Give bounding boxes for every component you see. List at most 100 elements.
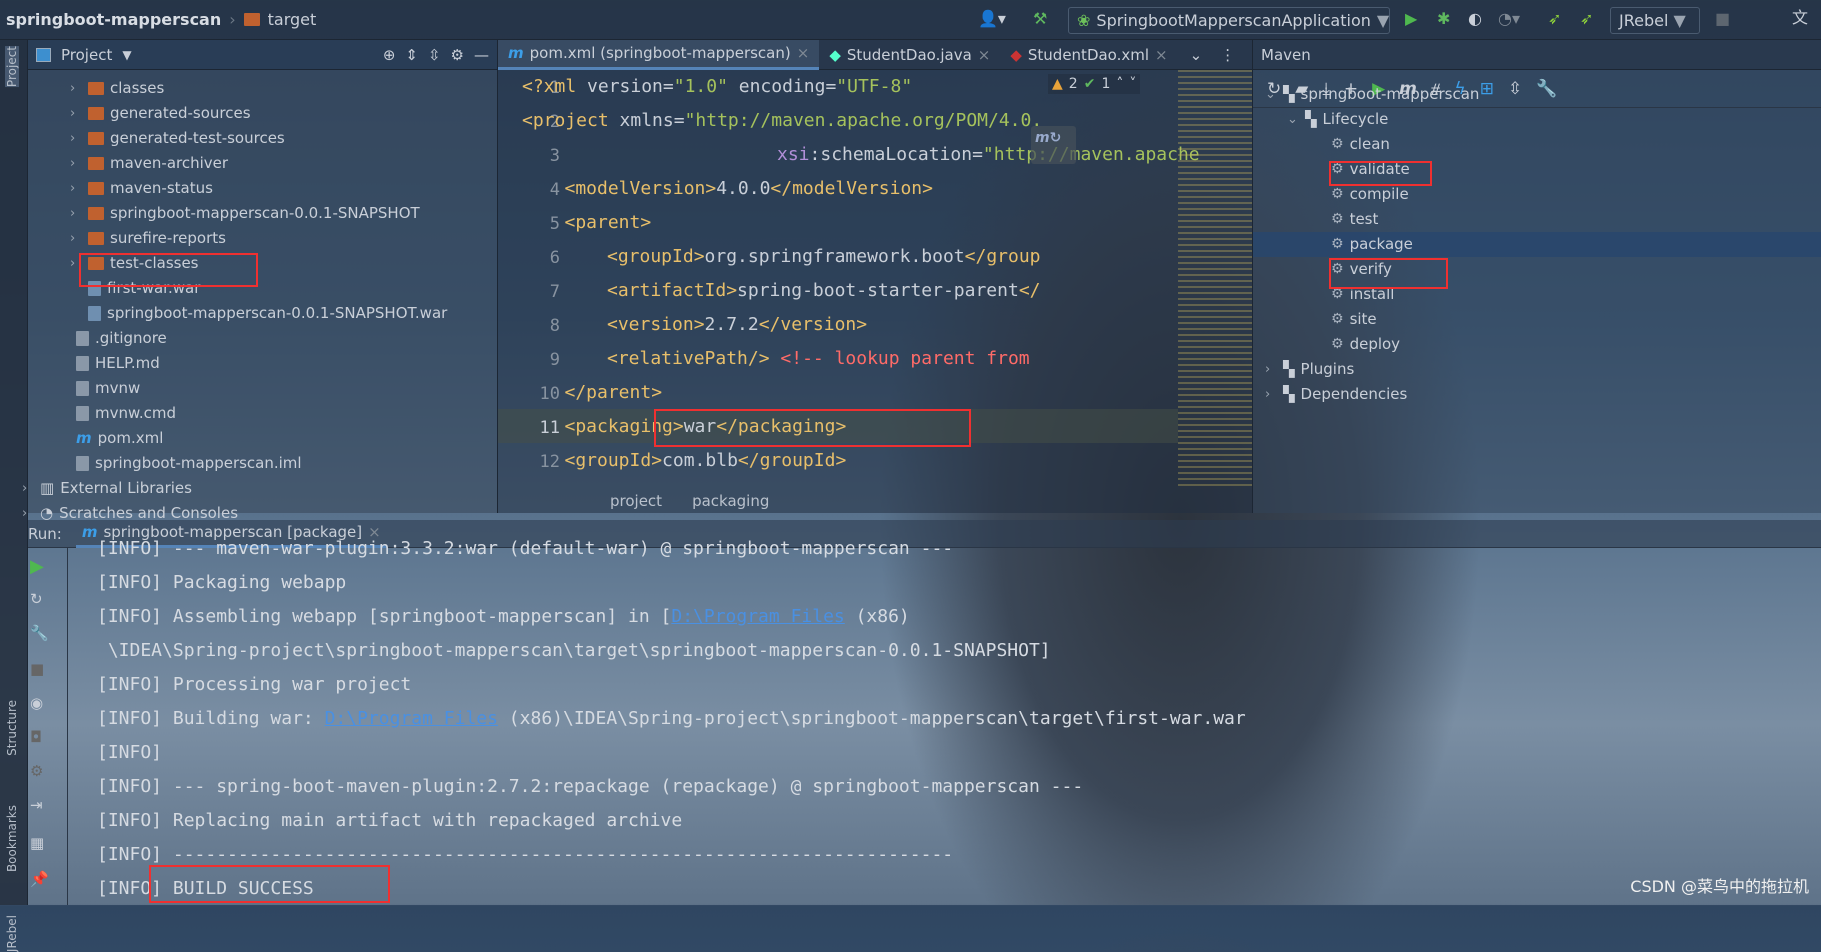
tree-item[interactable]: m pom.xml <box>58 426 163 451</box>
wrench-icon[interactable]: 🔧 <box>30 624 49 642</box>
tree-item[interactable]: springboot-mapperscan-0.0.1-SNAPSHOT.war <box>70 301 447 326</box>
chevron-right-icon[interactable]: › <box>70 151 82 176</box>
maven-goal-compile[interactable]: ⚙ compile <box>1331 182 1409 207</box>
breadcrumb-project[interactable]: springboot-mapperscan <box>6 10 221 29</box>
maven-lifecycle[interactable]: ⌄ ▚ Lifecycle <box>1287 107 1388 132</box>
tree-item[interactable]: › maven-archiver <box>70 151 228 176</box>
tree-item[interactable]: › maven-status <box>70 176 213 201</box>
tree-item[interactable]: › generated-sources <box>70 101 251 126</box>
settings-icon[interactable]: ⚙ <box>30 762 43 780</box>
user-icon[interactable]: 👤▾ <box>978 11 1006 27</box>
stop-icon[interactable]: ■ <box>30 660 44 678</box>
gear-icon[interactable]: ⚙ <box>451 46 464 64</box>
run-configuration-select[interactable]: ❀ SpringbootMapperscanApplication ▼ <box>1068 7 1390 34</box>
tree-item[interactable]: mvnw.cmd <box>58 401 176 426</box>
exit-icon[interactable]: ⇥ <box>30 796 43 814</box>
tree-item[interactable]: springboot-mapperscan.iml <box>58 451 302 476</box>
maven-root[interactable]: ⌄ ▚ springboot-mapperscan <box>1265 82 1479 107</box>
tree-item[interactable]: › ▥ External Libraries <box>22 476 192 501</box>
project-tool-tab[interactable]: Project <box>5 46 19 88</box>
tree-item[interactable]: .gitignore <box>58 326 167 351</box>
chevron-down-icon[interactable]: ▼ <box>122 48 131 62</box>
maven-goal-clean[interactable]: ⚙ clean <box>1331 132 1390 157</box>
breadcrumb-folder[interactable]: target <box>268 10 317 29</box>
code-line: <modelVersion>4.0.0</modelVersion> <box>565 178 933 199</box>
chevron-right-icon[interactable]: › <box>70 76 82 101</box>
maven-goal-validate[interactable]: ⚙ validate <box>1331 157 1410 182</box>
chevron-right-icon[interactable]: › <box>70 176 82 201</box>
tab-pom-xml[interactable]: m pom.xml (springboot-mapperscan) × <box>498 39 820 70</box>
maven-goal-deploy[interactable]: ⚙ deploy <box>1331 332 1400 357</box>
pin-icon[interactable]: 📌 <box>30 870 49 888</box>
collapse-all-icon[interactable]: ⇳ <box>1508 79 1522 99</box>
breadcrumb-packaging-tag[interactable]: packaging <box>692 492 769 510</box>
project-panel-title[interactable]: Project <box>61 46 112 64</box>
settings-wrench-icon[interactable]: 🔧 <box>1536 79 1557 99</box>
coverage-icon[interactable]: ◐ <box>1468 11 1482 27</box>
chevron-down-icon[interactable]: ⌄ <box>1287 107 1299 132</box>
tree-item[interactable]: › classes <box>70 76 164 101</box>
jrebel-run-icon[interactable]: ➶ <box>1548 11 1561 27</box>
maven-goal-package[interactable]: ⚙ package <box>1253 232 1821 257</box>
close-icon[interactable]: × <box>978 46 991 64</box>
tree-item[interactable]: › springboot-mapperscan-0.0.1-SNAPSHOT <box>70 201 420 226</box>
tree-item[interactable]: HELP.md <box>58 351 160 376</box>
chevron-right-icon[interactable]: › <box>22 476 34 501</box>
jrebel-select[interactable]: JRebel ▼ <box>1610 7 1700 34</box>
inspection-widget[interactable]: ▲ 2 ✔ 1 ˄ ˅ <box>1048 74 1141 94</box>
maven-goal-install[interactable]: ⚙ install <box>1331 282 1394 307</box>
maven-goal-test[interactable]: ⚙ test <box>1331 207 1378 232</box>
previous-icon[interactable]: ˄ <box>1116 76 1123 92</box>
tab-studentdao-xml[interactable]: ◆ StudentDao.xml × <box>1000 40 1177 70</box>
build-hammer-icon[interactable]: ⚒ <box>1033 11 1047 27</box>
next-icon[interactable]: ˅ <box>1129 76 1136 92</box>
chevron-right-icon[interactable]: › <box>70 201 82 226</box>
chevron-right-icon[interactable]: › <box>1265 382 1277 407</box>
chevron-right-icon[interactable]: › <box>70 251 82 276</box>
translate-icon[interactable]: 文 <box>1792 10 1808 26</box>
breadcrumb-project-tag[interactable]: project <box>610 492 662 510</box>
maven-reload-popup[interactable]: m↻ <box>1031 126 1076 164</box>
code-token: </parent> <box>564 382 663 403</box>
maven-dependencies[interactable]: › ▚ Dependencies <box>1265 382 1407 407</box>
tab-studentdao-java[interactable]: ◆ StudentDao.java × <box>819 40 1000 70</box>
run-icon[interactable]: ▶ <box>1405 11 1417 27</box>
bookmarks-tool-tab[interactable]: Bookmarks <box>5 805 19 872</box>
jrebel-debug-icon[interactable]: ➶ <box>1580 11 1593 27</box>
eye-icon[interactable]: ◉ <box>30 694 43 712</box>
chevron-right-icon[interactable]: › <box>70 226 82 251</box>
chevron-right-icon[interactable]: › <box>70 126 82 151</box>
profile-icon[interactable]: ◔▾ <box>1498 11 1520 27</box>
tree-item[interactable]: › surefire-reports <box>70 226 226 251</box>
rerun-icon[interactable]: ▶ <box>30 556 44 577</box>
tree-item[interactable]: mvnw <box>58 376 140 401</box>
locate-icon[interactable]: ⊕ <box>383 46 396 64</box>
chevron-right-icon[interactable]: › <box>70 101 82 126</box>
show-dependencies-icon[interactable]: ⊞ <box>1480 79 1494 99</box>
close-icon[interactable]: × <box>797 44 810 62</box>
tabs-dropdown-icon[interactable]: ⌄ <box>1190 46 1203 64</box>
maven-plugins[interactable]: › ▚ Plugins <box>1265 357 1354 382</box>
tree-item[interactable]: first-war.war <box>70 276 200 301</box>
close-icon[interactable]: × <box>1155 46 1168 64</box>
console-link[interactable]: D:\Program Files <box>325 708 498 729</box>
layout-icon[interactable]: ▦ <box>30 834 44 852</box>
tree-item[interactable]: › test-classes <box>70 251 199 276</box>
structure-tool-tab[interactable]: Structure <box>5 700 19 756</box>
rerun-failed-icon[interactable]: ↻ <box>30 590 43 608</box>
jrebel-tool-tab[interactable]: JRebel <box>5 915 19 952</box>
debug-icon[interactable]: ✱ <box>1437 11 1450 27</box>
stop-icon[interactable]: ■ <box>1715 11 1730 27</box>
maven-goal-site[interactable]: ⚙ site <box>1331 307 1377 332</box>
chevron-right-icon[interactable]: › <box>1265 357 1277 382</box>
collapse-all-icon[interactable]: ⇳ <box>428 46 441 64</box>
chevron-down-icon[interactable]: ⌄ <box>1265 82 1277 107</box>
hide-icon[interactable]: — <box>474 46 489 64</box>
camera-icon[interactable]: ◘ <box>30 728 42 746</box>
console-link[interactable]: D:\Program Files <box>671 606 844 627</box>
more-icon[interactable]: ⋮ <box>1220 46 1235 64</box>
minimap[interactable] <box>1178 70 1252 488</box>
maven-goal-verify[interactable]: ⚙ verify <box>1331 257 1392 282</box>
expand-all-icon[interactable]: ⇕ <box>405 46 418 64</box>
tree-item[interactable]: › generated-test-sources <box>70 126 285 151</box>
